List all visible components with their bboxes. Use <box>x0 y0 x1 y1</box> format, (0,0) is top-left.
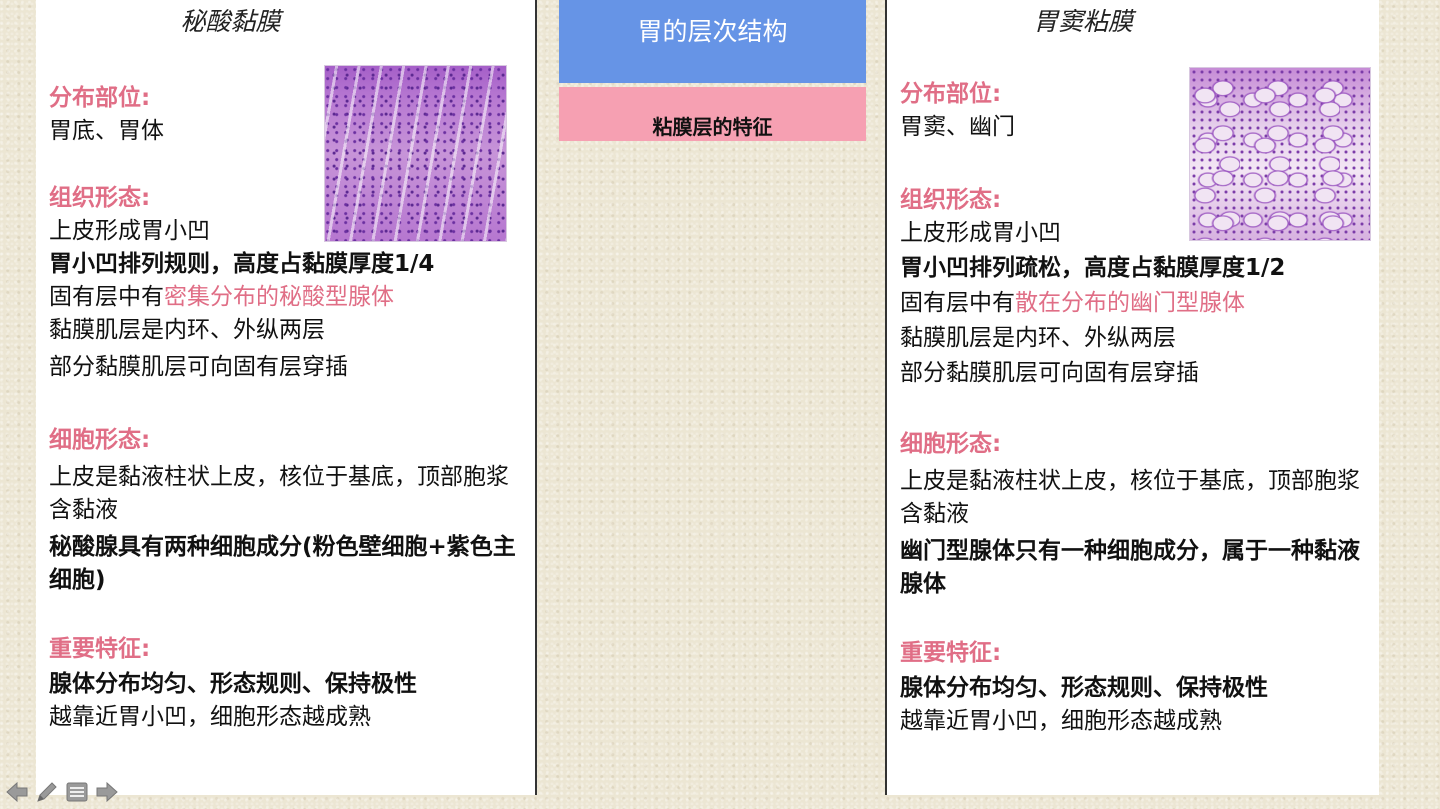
tissue-line-1: 上皮形成胃小凹 <box>49 218 210 244</box>
tissue-line-3-prefix: 固有层中有 <box>900 290 1015 316</box>
tissue-line-5: 部分黏膜肌层可向固有层穿插 <box>49 354 348 380</box>
cell-line-1: 上皮是黏液柱状上皮，核位于基底，顶部胞浆含黏液 <box>900 468 1360 527</box>
slide-nav-bar <box>4 777 120 807</box>
center-title: 胃的层次结构 <box>559 0 866 83</box>
menu-icon[interactable] <box>64 779 90 805</box>
key-feature-header: 重要特征: <box>49 636 151 662</box>
distribution-text: 胃窦、幽门 <box>900 114 1015 140</box>
cell-header: 细胞形态: <box>49 427 151 453</box>
tissue-line-5: 部分黏膜肌层可向固有层穿插 <box>900 360 1199 386</box>
arrow-right-icon[interactable] <box>94 779 120 805</box>
tissue-line-1: 上皮形成胃小凹 <box>900 220 1061 246</box>
left-panel: 秘酸黏膜 分布部位: 胃底、胃体 组织形态: 上皮形成胃小凹 胃小凹排列规则，高… <box>36 0 537 795</box>
tissue-line-3: 固有层中有散在分布的幽门型腺体 <box>900 287 1365 320</box>
tissue-line-2: 胃小凹排列疏松，高度占黏膜厚度1/2 <box>900 255 1286 281</box>
tissue-header: 组织形态: <box>900 187 1002 213</box>
tissue-line-3: 固有层中有密集分布的秘酸型腺体 <box>49 281 521 314</box>
key-feature-line-1: 腺体分布均匀、形态规则、保持极性 <box>900 675 1268 701</box>
right-panel-title: 胃窦粘膜 <box>1032 7 1133 36</box>
distribution-header: 分布部位: <box>49 85 151 111</box>
key-feature-line-2: 越靠近胃小凹，细胞形态越成熟 <box>49 704 371 730</box>
pen-icon[interactable] <box>34 779 60 805</box>
key-feature-line-2: 越靠近胃小凹，细胞形态越成熟 <box>900 708 1222 734</box>
key-feature-header: 重要特征: <box>900 640 1002 666</box>
distribution-header: 分布部位: <box>900 81 1002 107</box>
distribution-text: 胃底、胃体 <box>49 118 164 144</box>
cell-line-1: 上皮是黏液柱状上皮，核位于基底，顶部胞浆含黏液 <box>49 464 509 523</box>
right-panel: 胃窦粘膜 分布部位: 胃窦、幽门 组织形态: 上皮形成胃小凹 胃小凹排列疏松，高… <box>885 0 1379 795</box>
cell-line-2: 秘酸腺具有两种细胞成分(粉色壁细胞+紫色主细胞) <box>49 534 516 593</box>
arrow-left-icon[interactable] <box>4 779 30 805</box>
tissue-line-3-prefix: 固有层中有 <box>49 284 164 310</box>
left-panel-title: 秘酸黏膜 <box>180 7 281 36</box>
right-content: 分布部位: 胃窦、幽门 组织形态: 上皮形成胃小凹 胃小凹排列疏松，高度占黏膜厚… <box>900 78 1365 738</box>
tissue-line-2: 胃小凹排列规则，高度占黏膜厚度1/4 <box>49 251 435 277</box>
tissue-line-4: 黏膜肌层是内环、外纵两层 <box>49 317 325 343</box>
left-content: 分布部位: 胃底、胃体 组织形态: 上皮形成胃小凹 胃小凹排列规则，高度占黏膜厚… <box>49 82 521 734</box>
center-subtitle: 粘膜层的特征 <box>559 87 866 141</box>
tissue-line-4: 黏膜肌层是内环、外纵两层 <box>900 325 1176 351</box>
cell-header: 细胞形态: <box>900 431 1002 457</box>
tissue-line-3-highlight: 密集分布的秘酸型腺体 <box>164 284 394 310</box>
tissue-line-3-highlight: 散在分布的幽门型腺体 <box>1015 290 1245 316</box>
key-feature-line-1: 腺体分布均匀、形态规则、保持极性 <box>49 671 417 697</box>
cell-line-2: 幽门型腺体只有一种细胞成分，属于一种黏液腺体 <box>900 538 1360 597</box>
tissue-header: 组织形态: <box>49 185 151 211</box>
